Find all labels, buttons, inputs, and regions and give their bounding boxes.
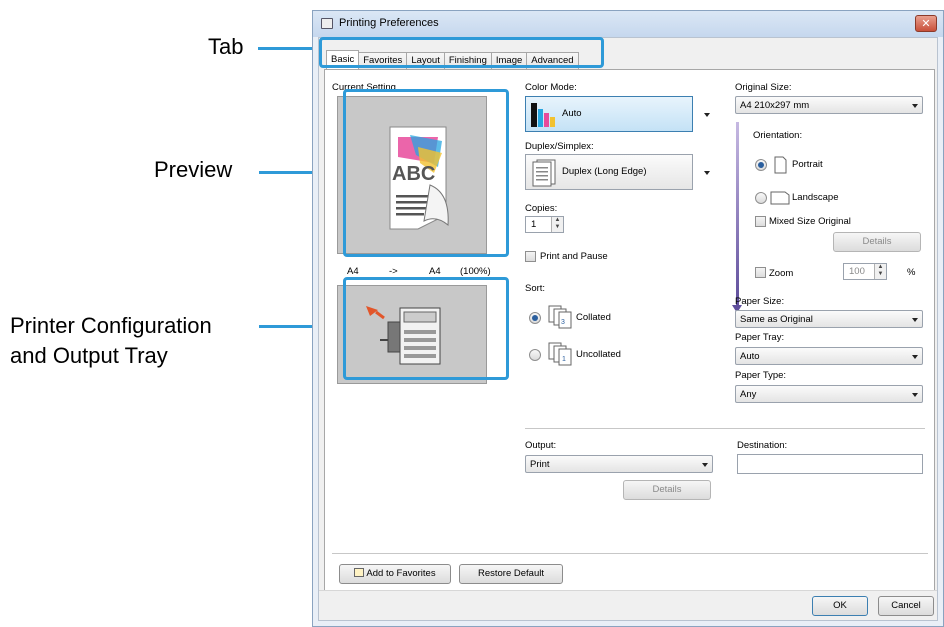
paper-tray-arrow-icon bbox=[912, 355, 918, 359]
duplex-value: Duplex (Long Edge) bbox=[562, 166, 647, 177]
print-pause-label: Print and Pause bbox=[540, 251, 608, 262]
preview-size-from: A4 bbox=[347, 266, 359, 277]
paper-size-arrow-icon bbox=[912, 318, 918, 322]
output-value: Print bbox=[530, 459, 550, 470]
orientation-label: Orientation: bbox=[753, 130, 803, 141]
landscape-label: Landscape bbox=[792, 192, 839, 203]
zoom-scope-bar bbox=[736, 122, 739, 305]
uncollated-label: Uncollated bbox=[576, 349, 621, 360]
copies-value: 1 bbox=[531, 219, 537, 230]
landscape-radio[interactable] bbox=[755, 192, 767, 204]
copies-spinner[interactable]: 1 ▲ ▼ bbox=[525, 216, 564, 233]
ok-button[interactable]: OK bbox=[812, 596, 868, 616]
paper-tray-label: Paper Tray: bbox=[735, 332, 785, 343]
footer-separator bbox=[332, 553, 928, 554]
collated-radio[interactable] bbox=[529, 312, 541, 324]
preview-callout-label: Preview bbox=[154, 157, 233, 182]
tab-callout-line bbox=[258, 47, 320, 50]
destination-input[interactable] bbox=[737, 454, 923, 474]
mixed-size-checkbox[interactable] bbox=[755, 216, 766, 227]
restore-default-button[interactable]: Restore Default bbox=[459, 564, 563, 584]
output-dropdown[interactable]: Print bbox=[525, 455, 713, 473]
output-details-button[interactable]: Details bbox=[623, 480, 711, 500]
tab-highlight bbox=[319, 37, 604, 68]
paper-size-dropdown[interactable]: Same as Original bbox=[735, 310, 923, 328]
paper-size-value: Same as Original bbox=[740, 314, 813, 325]
duplex-arrow-icon[interactable] bbox=[704, 171, 710, 175]
svg-text:1: 1 bbox=[562, 356, 566, 363]
original-size-dropdown[interactable]: A4 210x297 mm bbox=[735, 96, 923, 114]
paper-tray-value: Auto bbox=[740, 351, 760, 362]
color-mode-dropdown[interactable]: Auto bbox=[525, 96, 693, 132]
zoom-checkbox[interactable] bbox=[755, 267, 766, 278]
svg-text:3: 3 bbox=[561, 319, 565, 326]
preview-size-to: A4 bbox=[429, 266, 441, 277]
original-size-label: Original Size: bbox=[735, 82, 792, 93]
printer-config-callout-label-line1: Printer Configuration bbox=[10, 313, 212, 338]
output-label: Output: bbox=[525, 440, 557, 451]
portrait-icon bbox=[774, 156, 787, 174]
portrait-label: Portrait bbox=[792, 159, 823, 170]
color-mode-arrow-icon[interactable] bbox=[704, 113, 710, 117]
add-favorites-label: Add to Favorites bbox=[366, 568, 436, 579]
cancel-button[interactable]: Cancel bbox=[878, 596, 934, 616]
landscape-icon bbox=[770, 191, 790, 205]
preview-size-arrow: -> bbox=[389, 266, 398, 277]
close-button[interactable]: ✕ bbox=[915, 15, 937, 32]
paper-type-label: Paper Type: bbox=[735, 370, 787, 381]
paper-size-label: Paper Size: bbox=[735, 296, 785, 307]
duplex-dropdown[interactable]: Duplex (Long Edge) bbox=[525, 154, 693, 190]
original-size-arrow-icon bbox=[912, 104, 918, 108]
paper-type-dropdown[interactable]: Any bbox=[735, 385, 923, 403]
dialog-footer: OK Cancel bbox=[319, 590, 937, 620]
color-mode-icon bbox=[531, 103, 555, 127]
zoom-spin-buttons[interactable]: ▲ ▼ bbox=[874, 264, 886, 279]
tab-callout-label: Tab bbox=[208, 34, 244, 59]
portrait-radio[interactable] bbox=[755, 159, 767, 171]
window-title: Printing Preferences bbox=[339, 17, 439, 29]
uncollated-icon: 1 bbox=[548, 342, 572, 366]
output-separator bbox=[525, 428, 925, 429]
paper-tray-dropdown[interactable]: Auto bbox=[735, 347, 923, 365]
paper-type-arrow-icon bbox=[912, 393, 918, 397]
paper-type-value: Any bbox=[740, 389, 757, 400]
duplex-label: Duplex/Simplex: bbox=[525, 141, 594, 152]
mixed-size-label: Mixed Size Original bbox=[769, 216, 851, 227]
color-mode-value: Auto bbox=[562, 108, 582, 119]
collated-label: Collated bbox=[576, 312, 611, 323]
copies-spin-buttons[interactable]: ▲ ▼ bbox=[551, 217, 563, 232]
preview-size-percent: (100%) bbox=[460, 266, 491, 277]
zoom-spinner[interactable]: 100 ▲ ▼ bbox=[843, 263, 887, 280]
preview-highlight bbox=[343, 89, 509, 257]
output-arrow-icon bbox=[702, 463, 708, 467]
color-mode-label: Color Mode: bbox=[525, 82, 577, 93]
mixed-details-button[interactable]: Details bbox=[833, 232, 921, 252]
zoom-label: Zoom bbox=[769, 268, 794, 279]
add-to-favorites-button[interactable]: Add to Favorites bbox=[339, 564, 451, 584]
printer-config-callout-label-line2: and Output Tray bbox=[10, 343, 168, 368]
printer-config-highlight bbox=[343, 277, 509, 380]
title-bar: Printing Preferences ✕ bbox=[313, 11, 943, 37]
print-pause-checkbox[interactable] bbox=[525, 251, 536, 262]
zoom-value: 100 bbox=[849, 266, 865, 277]
printer-icon bbox=[321, 18, 333, 29]
zoom-unit: % bbox=[907, 267, 916, 278]
collated-icon: 3 bbox=[548, 305, 572, 329]
add-favorites-icon bbox=[354, 568, 365, 577]
sort-label: Sort: bbox=[525, 283, 546, 294]
original-size-value: A4 210x297 mm bbox=[740, 100, 810, 111]
copies-label: Copies: bbox=[525, 203, 558, 214]
duplex-icon bbox=[532, 159, 556, 187]
destination-label: Destination: bbox=[737, 440, 788, 451]
uncollated-radio[interactable] bbox=[529, 349, 541, 361]
